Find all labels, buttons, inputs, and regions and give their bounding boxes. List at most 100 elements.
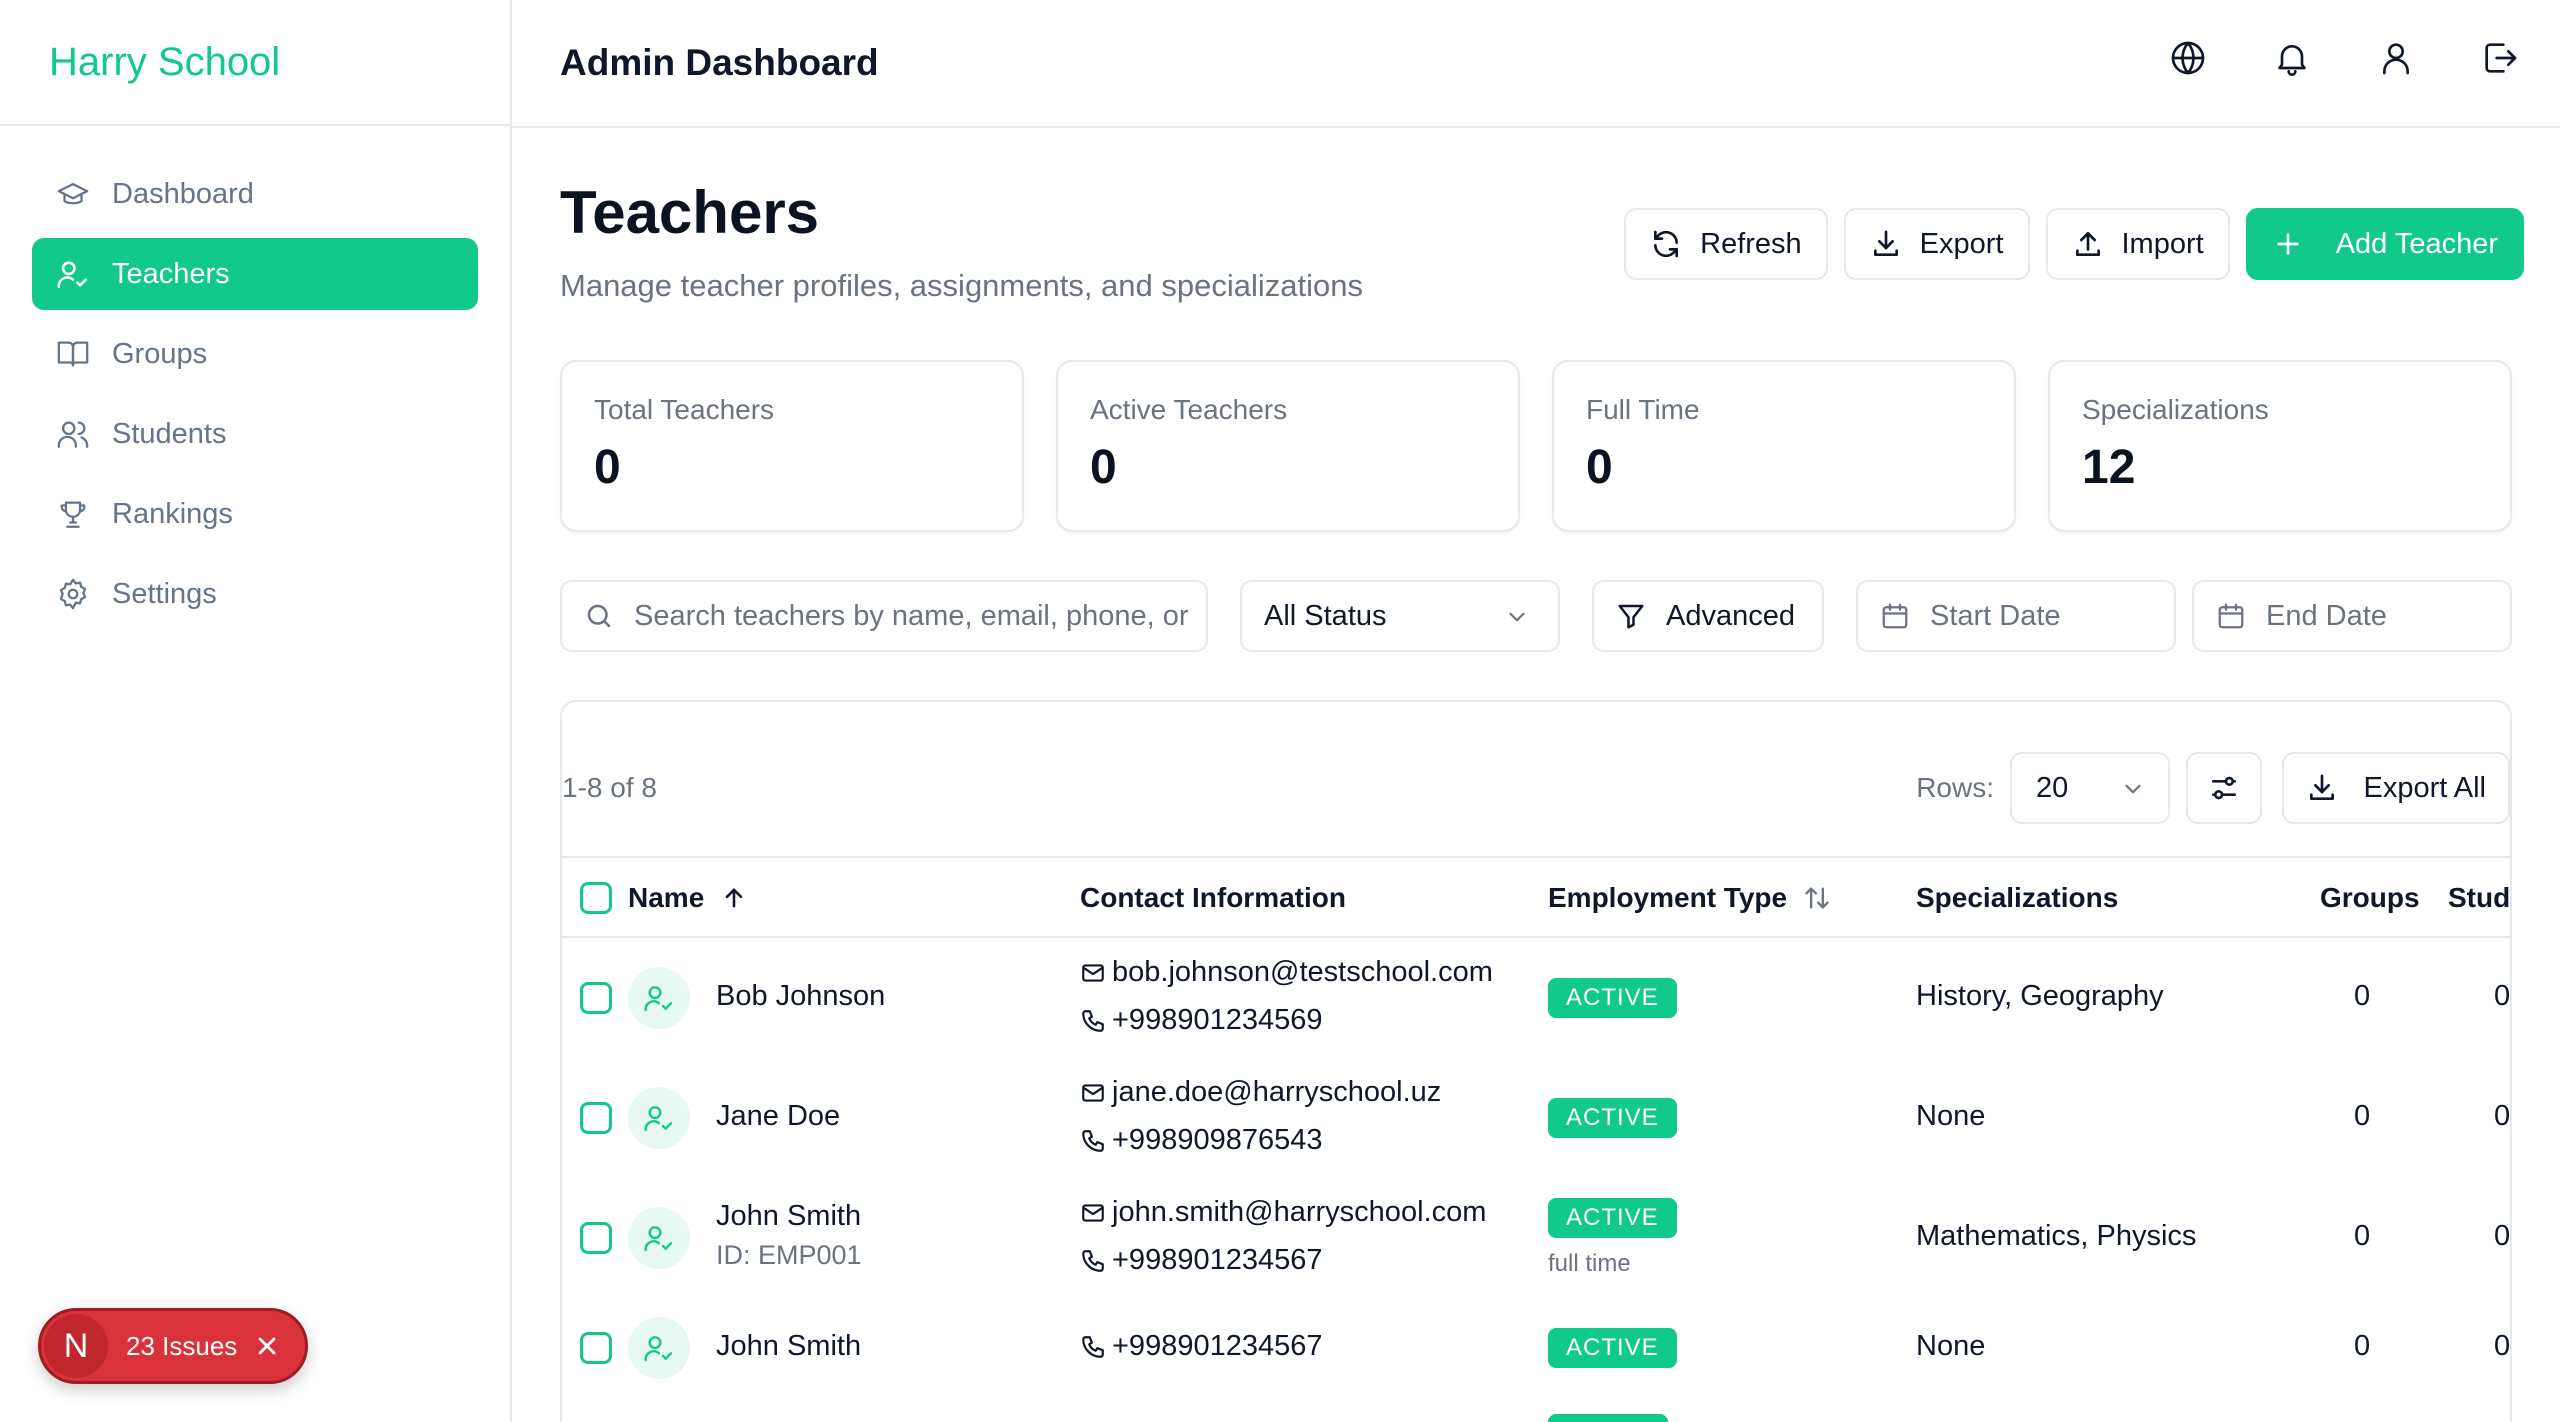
column-label: Stud [2448, 882, 2511, 913]
column-header-contact: Contact Information [1080, 882, 1346, 914]
stat-value: 0 [594, 441, 621, 494]
sidebar-item-label: Dashboard [112, 177, 254, 210]
contact-email: jane.doe@harryschool.uz [1080, 1076, 1441, 1109]
search-input[interactable] [634, 599, 1194, 633]
groups-count: 0 [2354, 1220, 2371, 1252]
bell-icon[interactable] [2272, 38, 2312, 78]
refresh-button[interactable]: Refresh [1624, 208, 1828, 280]
contact-phone: +998901234569 [1080, 1004, 1322, 1037]
top-header: Admin Dashboard [512, 0, 2560, 128]
students-count: 0 [2494, 980, 2511, 1012]
rows-per-page-select[interactable]: 20 [2010, 752, 2170, 824]
phone-icon [1082, 1335, 1104, 1358]
teacher-name[interactable]: John Smith [716, 1330, 861, 1363]
contact-phone: +998901234567 [1080, 1244, 1322, 1277]
book-open-icon [57, 341, 89, 367]
sidebar-item-dashboard[interactable]: Dashboard [32, 158, 478, 230]
column-header-name[interactable]: Name [628, 882, 748, 914]
sidebar-item-label: Teachers [112, 257, 230, 290]
export-all-button[interactable]: Export All [2281, 752, 2510, 824]
user-check-icon [644, 1106, 673, 1132]
sidebar-item-label: Groups [112, 337, 208, 370]
phone-text: +998909876543 [1112, 1124, 1323, 1156]
specializations-text: History, Geography [1916, 980, 2164, 1012]
specializations-text: None [1916, 1100, 1986, 1132]
advanced-filter-button[interactable]: Advanced [1592, 580, 1824, 652]
column-header-specializations: Specializations [1916, 882, 2118, 914]
arrow-up-icon [725, 888, 743, 908]
sidebar-item-settings[interactable]: Settings [32, 558, 478, 630]
plus-icon [2277, 233, 2299, 255]
mail-icon [1082, 1203, 1104, 1222]
rows-per-page-value: 20 [2036, 771, 2069, 804]
search-field [560, 580, 1208, 652]
avatar [628, 967, 690, 1029]
row-checkbox[interactable] [580, 1332, 612, 1364]
sidebar-item-label: Settings [112, 577, 217, 610]
table-row[interactable]: Bob Johnson bob.johnson@testschool.com +… [562, 938, 2511, 1058]
download-icon [1873, 230, 1898, 256]
user-check-icon [644, 1226, 673, 1252]
stat-label: Total Teachers [594, 394, 775, 425]
graduation-cap-icon [57, 182, 89, 205]
user-check-icon [57, 261, 88, 289]
start-date-field[interactable]: Start Date [1856, 580, 2176, 652]
user-icon[interactable] [2376, 38, 2416, 78]
phone-icon [1082, 1129, 1104, 1152]
end-date-field[interactable]: End Date [2192, 580, 2512, 652]
groups-count: 0 [2354, 1330, 2371, 1362]
table-row[interactable]: John Smith ID: EMP001 john.smith@harrysc… [562, 1178, 2511, 1298]
import-label: Import [2121, 227, 2204, 260]
import-button[interactable]: Import [2045, 208, 2230, 280]
row-checkbox[interactable] [580, 1222, 612, 1254]
table-row[interactable] [562, 1398, 2510, 1422]
status-select[interactable]: All Status [1240, 580, 1560, 652]
phone-text: +998901234567 [1112, 1244, 1323, 1276]
issues-toast[interactable]: N 23 Issues [38, 1308, 308, 1384]
mail-icon [1082, 963, 1104, 982]
sidebar-item-groups[interactable]: Groups [32, 318, 478, 390]
teacher-name[interactable]: John Smith [716, 1200, 861, 1233]
close-icon[interactable] [253, 1332, 281, 1360]
stat-card-specializations: Specializations 12 [2048, 360, 2512, 532]
globe-icon[interactable] [2168, 38, 2208, 78]
issues-label: 23 Issues [126, 1330, 238, 1361]
sidebar-item-rankings[interactable]: Rankings [32, 478, 478, 550]
sidebar-item-label: Students [112, 417, 227, 450]
issues-avatar: N [44, 1314, 108, 1378]
phone-icon [1082, 1249, 1104, 1272]
column-header-employment[interactable]: Employment Type [1548, 882, 1831, 914]
advanced-label: Advanced [1666, 599, 1795, 632]
teacher-name[interactable]: Bob Johnson [716, 980, 885, 1013]
phone-text: +998901234569 [1112, 1004, 1323, 1036]
sidebar-item-students[interactable]: Students [32, 398, 478, 470]
table-row[interactable]: John Smith +998901234567 ACTIVE None 0 0 [562, 1298, 2510, 1398]
students-count: 0 [2494, 1220, 2511, 1252]
avatar [628, 1087, 690, 1149]
download-icon [2309, 774, 2334, 800]
sort-icon [1805, 887, 1829, 909]
select-all-checkbox[interactable] [580, 882, 612, 914]
teacher-name[interactable]: Jane Doe [716, 1100, 840, 1133]
sidebar-nav: Dashboard Teachers Groups Students Ranki… [0, 126, 510, 630]
column-label: Employment Type [1548, 882, 1788, 913]
status-badge: ACTIVE [1548, 1198, 1677, 1238]
brand-logo[interactable]: Harry School [0, 0, 510, 126]
stat-card-active-teachers: Active Teachers 0 [1056, 360, 1520, 532]
column-settings-button[interactable] [2186, 752, 2262, 824]
logout-icon[interactable] [2480, 38, 2520, 78]
stats-row: Total Teachers 0 Active Teachers 0 Full … [560, 360, 2512, 532]
contact-phone: +998909876543 [1080, 1124, 1322, 1157]
stat-label: Active Teachers [1090, 394, 1288, 425]
students-count: 0 [2494, 1100, 2511, 1132]
table-row[interactable]: Jane Doe jane.doe@harryschool.uz +998909… [562, 1058, 2511, 1178]
sidebar-item-teachers[interactable]: Teachers [32, 238, 478, 310]
export-button[interactable]: Export [1843, 208, 2030, 280]
teachers-table-card: 1-8 of 8 Rows: 20 Export All Name Contac… [560, 700, 2512, 1422]
row-checkbox[interactable] [580, 982, 612, 1014]
mail-icon [1082, 1083, 1104, 1102]
row-checkbox[interactable] [580, 1102, 612, 1134]
export-all-label: Export All [2363, 771, 2487, 804]
add-teacher-button[interactable]: Add Teacher [2245, 208, 2524, 280]
start-date-placeholder: Start Date [1930, 599, 2061, 632]
